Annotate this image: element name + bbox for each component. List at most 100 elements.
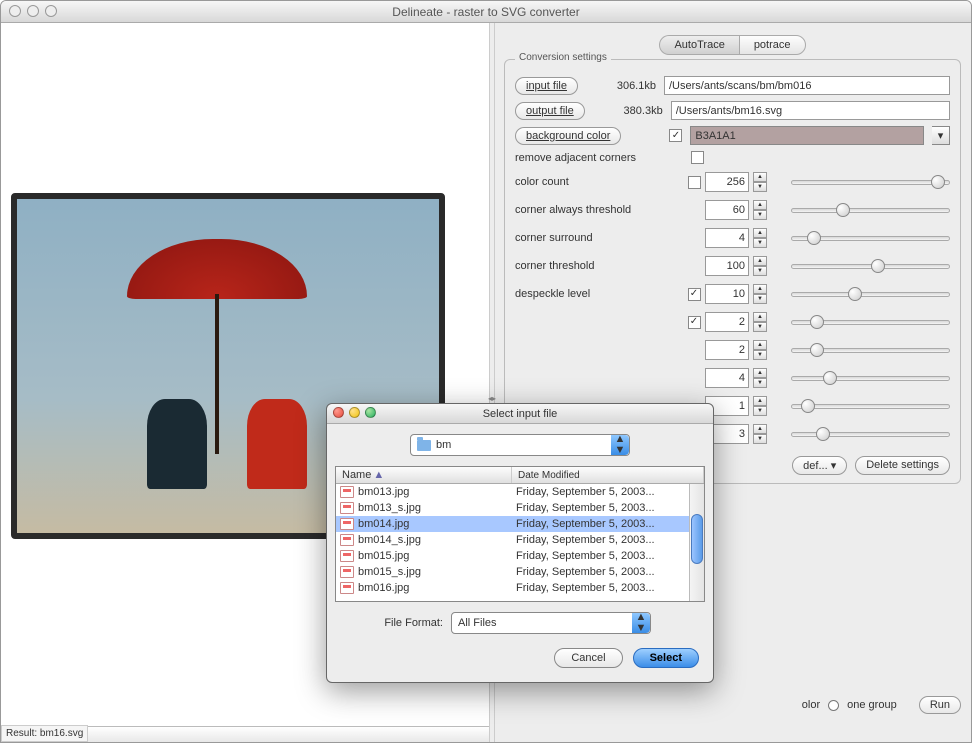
slider-thumb[interactable] (823, 371, 837, 385)
delete-settings-button[interactable]: Delete settings (855, 456, 950, 475)
param-stepper[interactable]: ▲▼ (753, 172, 767, 192)
file-name: bm013.jpg (358, 486, 516, 498)
folder-dropdown[interactable]: bm ▲▼ (410, 434, 630, 456)
step-down-icon[interactable]: ▼ (753, 266, 767, 276)
file-dialog: Select input file bm ▲▼ Name ▲ Date Modi… (326, 403, 714, 683)
step-down-icon[interactable]: ▼ (753, 434, 767, 444)
input-file-button[interactable]: input file (515, 77, 578, 95)
remove-adjacent-checkbox[interactable] (691, 151, 704, 164)
step-up-icon[interactable]: ▲ (753, 368, 767, 378)
column-date-header[interactable]: Date Modified (512, 467, 704, 483)
param-value-field[interactable]: 60 (705, 200, 749, 220)
param-checkbox[interactable]: ✓ (688, 288, 701, 301)
param-value-field[interactable]: 2 (705, 340, 749, 360)
file-row[interactable]: bm013.jpgFriday, September 5, 2003... (336, 484, 704, 500)
background-color-button[interactable]: background color (515, 127, 621, 145)
file-row[interactable]: bm015.jpgFriday, September 5, 2003... (336, 548, 704, 564)
step-up-icon[interactable]: ▲ (753, 228, 767, 238)
slider-thumb[interactable] (848, 287, 862, 301)
step-down-icon[interactable]: ▼ (753, 210, 767, 220)
output-file-field[interactable] (671, 101, 950, 120)
param-checkbox[interactable] (688, 176, 701, 189)
param-slider[interactable] (791, 200, 950, 220)
param-value-field[interactable]: 10 (705, 284, 749, 304)
slider-thumb[interactable] (871, 259, 885, 273)
select-button[interactable]: Select (633, 648, 699, 668)
tab-autotrace[interactable]: AutoTrace (659, 35, 738, 55)
one-group-radio[interactable] (828, 700, 839, 711)
slider-thumb[interactable] (836, 203, 850, 217)
param-slider[interactable] (791, 368, 950, 388)
slider-thumb[interactable] (816, 427, 830, 441)
step-down-icon[interactable]: ▼ (753, 350, 767, 360)
zoom-window-icon[interactable] (45, 5, 57, 17)
param-slider[interactable] (791, 228, 950, 248)
slider-thumb[interactable] (810, 315, 824, 329)
param-stepper[interactable]: ▲▼ (753, 200, 767, 220)
param-slider[interactable] (791, 340, 950, 360)
step-down-icon[interactable]: ▼ (753, 406, 767, 416)
dialog-minimize-icon[interactable] (349, 407, 360, 418)
param-value-field[interactable]: 100 (705, 256, 749, 276)
slider-thumb[interactable] (801, 399, 815, 413)
step-up-icon[interactable]: ▲ (753, 396, 767, 406)
file-list-scrollbar[interactable] (689, 484, 704, 601)
step-down-icon[interactable]: ▼ (753, 182, 767, 192)
param-stepper[interactable]: ▲▼ (753, 312, 767, 332)
param-slider[interactable] (791, 312, 950, 332)
slider-thumb[interactable] (807, 231, 821, 245)
param-stepper[interactable]: ▲▼ (753, 256, 767, 276)
background-color-swatch[interactable]: B3A1A1 (690, 126, 924, 145)
input-file-field[interactable] (664, 76, 950, 95)
step-down-icon[interactable]: ▼ (753, 378, 767, 388)
close-window-icon[interactable] (9, 5, 21, 17)
minimize-window-icon[interactable] (27, 5, 39, 17)
step-up-icon[interactable]: ▲ (753, 172, 767, 182)
background-dropdown-icon[interactable]: ▾ (932, 126, 950, 145)
file-row[interactable]: bm016.jpgFriday, September 5, 2003... (336, 580, 704, 596)
step-up-icon[interactable]: ▲ (753, 256, 767, 266)
param-stepper[interactable]: ▲▼ (753, 284, 767, 304)
param-slider[interactable] (791, 284, 950, 304)
file-row[interactable]: bm014_s.jpgFriday, September 5, 2003... (336, 532, 704, 548)
step-down-icon[interactable]: ▼ (753, 294, 767, 304)
file-format-dropdown[interactable]: All Files ▲▼ (451, 612, 651, 634)
step-down-icon[interactable]: ▼ (753, 322, 767, 332)
cancel-button[interactable]: Cancel (554, 648, 622, 668)
slider-thumb[interactable] (931, 175, 945, 189)
split-handle-icon[interactable]: ◂▸ (490, 393, 494, 403)
file-row[interactable]: bm015_s.jpgFriday, September 5, 2003... (336, 564, 704, 580)
param-stepper[interactable]: ▲▼ (753, 424, 767, 444)
step-up-icon[interactable]: ▲ (753, 284, 767, 294)
step-up-icon[interactable]: ▲ (753, 200, 767, 210)
param-slider[interactable] (791, 172, 950, 192)
step-up-icon[interactable]: ▲ (753, 340, 767, 350)
dialog-zoom-icon[interactable] (365, 407, 376, 418)
step-up-icon[interactable]: ▲ (753, 424, 767, 434)
step-up-icon[interactable]: ▲ (753, 312, 767, 322)
param-stepper[interactable]: ▲▼ (753, 368, 767, 388)
param-stepper[interactable]: ▲▼ (753, 228, 767, 248)
dialog-close-icon[interactable] (333, 407, 344, 418)
param-value-field[interactable]: 4 (705, 368, 749, 388)
step-down-icon[interactable]: ▼ (753, 238, 767, 248)
tab-potrace[interactable]: potrace (739, 35, 806, 55)
param-slider[interactable] (791, 424, 950, 444)
param-stepper[interactable]: ▲▼ (753, 340, 767, 360)
background-color-checkbox[interactable]: ✓ (669, 129, 682, 142)
file-row[interactable]: bm014.jpgFriday, September 5, 2003... (336, 516, 704, 532)
param-value-field[interactable]: 256 (705, 172, 749, 192)
param-stepper[interactable]: ▲▼ (753, 396, 767, 416)
param-checkbox[interactable]: ✓ (688, 316, 701, 329)
file-row[interactable]: bm013_s.jpgFriday, September 5, 2003... (336, 500, 704, 516)
slider-thumb[interactable] (810, 343, 824, 357)
param-slider[interactable] (791, 396, 950, 416)
column-name-header[interactable]: Name ▲ (336, 467, 512, 483)
scrollbar-thumb[interactable] (691, 514, 703, 564)
output-file-button[interactable]: output file (515, 102, 585, 120)
param-slider[interactable] (791, 256, 950, 276)
defaults-button[interactable]: def... ▾ (792, 456, 847, 475)
run-button[interactable]: Run (919, 696, 961, 714)
param-value-field[interactable]: 2 (705, 312, 749, 332)
param-value-field[interactable]: 4 (705, 228, 749, 248)
